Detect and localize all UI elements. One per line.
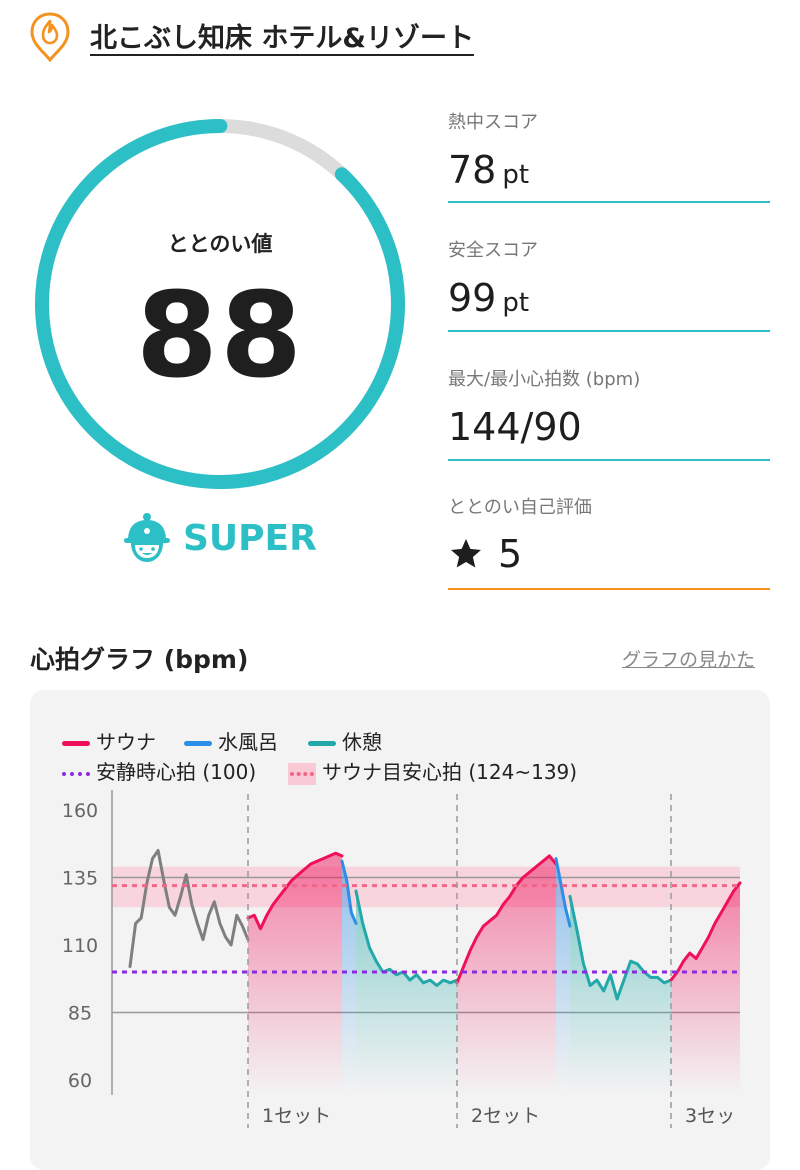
heart-rate-graph-title: 心拍グラフ (bpm) (30, 645, 249, 674)
divider (448, 201, 770, 203)
area-rest (570, 896, 671, 1095)
y-tick-label: 160 (62, 800, 98, 822)
gauge-value: 88 (135, 266, 305, 404)
heart-rate-chart: 160 135 110 85 60 1セット 2セット 3セッ (62, 790, 742, 1128)
divider (448, 459, 770, 461)
set-label: 1セット (262, 1105, 331, 1127)
safety-score-label: 安全スコア (448, 240, 538, 261)
heat-score-label: 熱中スコア (448, 112, 538, 133)
self-rating-value: 5 (448, 532, 522, 576)
legend-cold-bath: 水風呂 (184, 726, 278, 755)
graph-help-link[interactable]: グラフの見かた (622, 645, 755, 672)
sauna-flame-pin-icon (30, 12, 70, 63)
area-sauna (671, 882, 740, 1095)
heat-score-value: 78 pt (448, 148, 530, 192)
safety-score-value: 99 pt (448, 276, 530, 320)
heart-rate-range-label: 最大/最小心拍数 (bpm) (448, 369, 641, 390)
legend-resting-hr: 安静時心拍 (100) (62, 756, 256, 785)
y-tick-label: 110 (62, 935, 98, 957)
set-label: 3セッ (685, 1105, 735, 1127)
rank-label: SUPER (183, 518, 317, 559)
facility-name-link[interactable]: 北こぶし知床 ホテル&リゾート (90, 16, 474, 55)
legend-sauna-target: サウナ目安心拍 (124~139) (288, 756, 577, 785)
area-rest (356, 891, 457, 1095)
y-tick-label: 60 (68, 1070, 92, 1092)
legend-rest: 休憩 (308, 726, 382, 755)
set-label: 2セット (471, 1105, 540, 1127)
heart-rate-range-value: 144/90 (448, 405, 582, 449)
y-tick-label: 135 (62, 868, 98, 890)
mascot-hat-icon (120, 512, 174, 566)
legend-sauna: サウナ (62, 726, 156, 755)
self-rating-label: ととのい自己評価 (448, 497, 592, 518)
star-icon (448, 536, 484, 572)
divider (448, 330, 770, 332)
divider (448, 588, 770, 590)
y-tick-label: 85 (68, 1003, 92, 1025)
gauge-label: ととのい値 (167, 232, 273, 256)
